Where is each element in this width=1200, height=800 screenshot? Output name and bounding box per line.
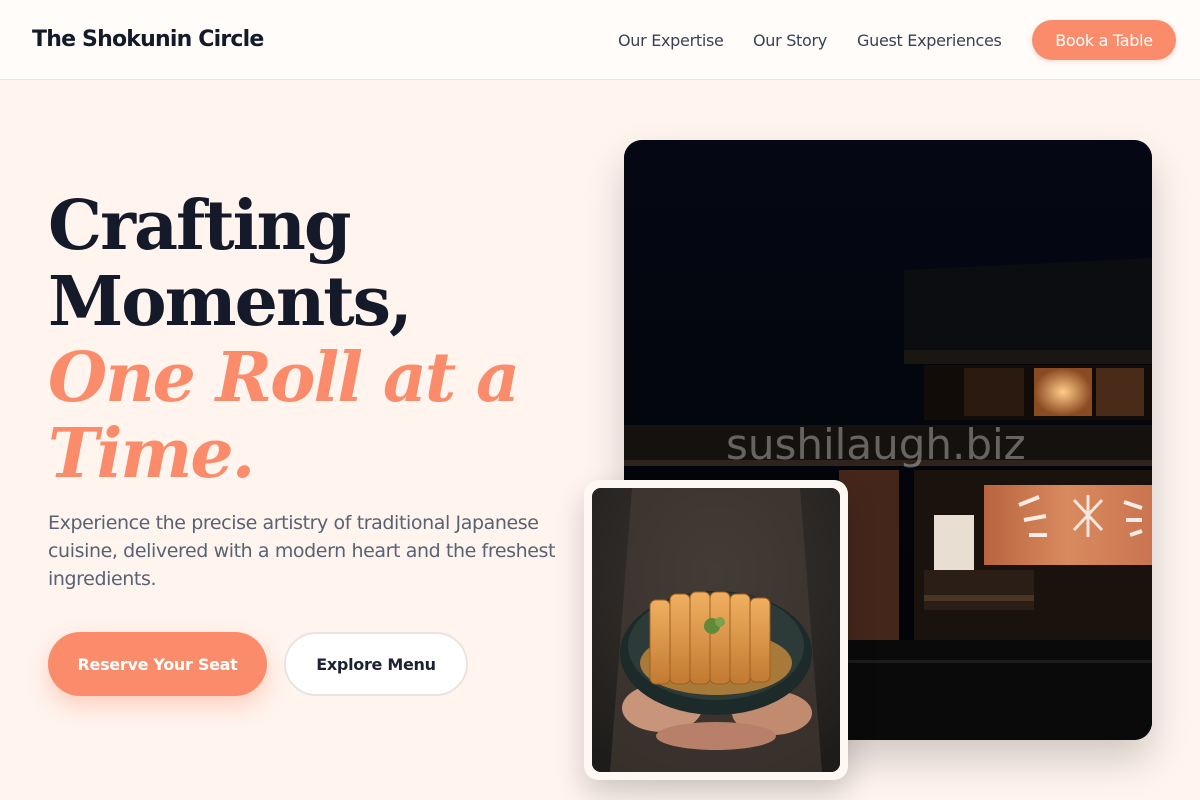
- hero-subcopy: Experience the precise artistry of tradi…: [48, 512, 556, 590]
- brand-logo[interactable]: The Shokunin Circle: [32, 27, 264, 52]
- hero-headline: Crafting Moments, One Roll at a Time.: [48, 188, 568, 492]
- headline-accent-line-1: One Roll at a: [48, 338, 520, 418]
- nav-link-guest-experiences[interactable]: Guest Experiences: [857, 31, 1002, 50]
- headline-accent-line-2: Time.: [48, 414, 255, 494]
- reserve-seat-button[interactable]: Reserve Your Seat: [48, 632, 267, 696]
- headline-line-1: Crafting: [48, 186, 352, 266]
- katsu-bowl-image: [592, 488, 840, 772]
- explore-menu-button[interactable]: Explore Menu: [284, 632, 468, 696]
- katsu-bowl-illustration: [592, 488, 840, 772]
- top-navigation: The Shokunin Circle Our Expertise Our St…: [0, 0, 1200, 80]
- watermark-text: sushilaugh.biz: [726, 420, 1026, 469]
- book-table-button[interactable]: Book a Table: [1032, 20, 1176, 60]
- nav-link-our-expertise[interactable]: Our Expertise: [618, 31, 724, 50]
- headline-line-2: Moments,: [48, 262, 413, 342]
- dish-photo-card: [584, 480, 848, 780]
- nav-link-our-story[interactable]: Our Story: [753, 31, 827, 50]
